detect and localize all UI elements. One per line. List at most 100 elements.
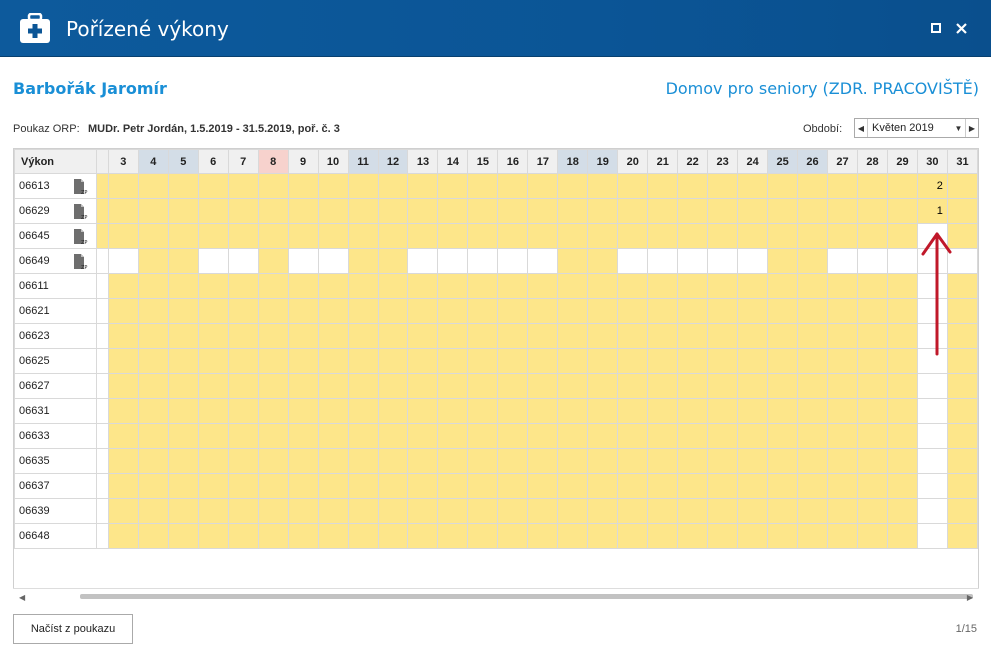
day-cell-19[interactable] bbox=[587, 173, 619, 199]
day-cell-24[interactable] bbox=[737, 223, 769, 249]
day-cell-25[interactable] bbox=[767, 448, 799, 474]
day-cell-14[interactable] bbox=[437, 498, 469, 524]
day-cell-20[interactable] bbox=[617, 223, 649, 249]
day-cell-8[interactable] bbox=[257, 523, 289, 549]
scrollbar-thumb[interactable] bbox=[80, 594, 973, 599]
day-cell-12[interactable] bbox=[377, 273, 409, 299]
service-code-cell[interactable]: 06635 bbox=[14, 448, 97, 474]
day-cell-21[interactable] bbox=[647, 498, 679, 524]
day-cell-4[interactable] bbox=[137, 398, 169, 424]
day-cell-6[interactable] bbox=[197, 173, 229, 199]
service-code-cell[interactable]: 06639 bbox=[14, 498, 97, 524]
day-cell-9[interactable] bbox=[287, 398, 319, 424]
day-cell-7[interactable] bbox=[227, 198, 259, 224]
day-cell-29[interactable] bbox=[886, 248, 918, 274]
day-cell-11[interactable] bbox=[347, 473, 379, 499]
day-cell-3[interactable] bbox=[107, 298, 139, 324]
column-header-day-20[interactable]: 20 bbox=[617, 149, 649, 174]
day-cell-28[interactable] bbox=[857, 173, 888, 199]
column-header-day-8[interactable]: 8 bbox=[257, 149, 289, 174]
day-cell-16[interactable] bbox=[497, 248, 529, 274]
day-cell-12[interactable] bbox=[377, 248, 409, 274]
day-cell-13[interactable] bbox=[407, 248, 439, 274]
day-cell-28[interactable] bbox=[857, 298, 888, 324]
column-header-day-7[interactable]: 7 bbox=[227, 149, 259, 174]
table-row[interactable]: 06637 bbox=[14, 473, 978, 499]
day-cell-8[interactable] bbox=[257, 373, 289, 399]
day-cell-14[interactable] bbox=[437, 248, 469, 274]
period-select[interactable]: ◀ Květen 2019 ▼ ▶ bbox=[854, 118, 979, 138]
day-cell-3[interactable] bbox=[107, 498, 139, 524]
day-cell-30[interactable] bbox=[916, 523, 948, 549]
day-cell-20[interactable] bbox=[617, 448, 649, 474]
table-row[interactable]: 06621 bbox=[14, 298, 978, 324]
day-cell-30[interactable] bbox=[916, 248, 948, 274]
day-cell-18[interactable] bbox=[557, 248, 589, 274]
column-header-day-9[interactable]: 9 bbox=[287, 149, 319, 174]
day-cell-18[interactable] bbox=[557, 373, 589, 399]
day-cell-6[interactable] bbox=[197, 248, 229, 274]
day-cell-3[interactable] bbox=[107, 323, 139, 349]
day-cell-10[interactable] bbox=[317, 398, 349, 424]
day-cell-8[interactable] bbox=[257, 198, 289, 224]
day-cell-25[interactable] bbox=[767, 198, 799, 224]
day-cell-25[interactable] bbox=[767, 298, 799, 324]
day-cell-3[interactable] bbox=[107, 223, 139, 249]
day-cell-17[interactable] bbox=[527, 348, 559, 374]
day-cell-13[interactable] bbox=[407, 348, 439, 374]
day-cell-11[interactable] bbox=[347, 448, 379, 474]
day-cell-19[interactable] bbox=[587, 273, 619, 299]
day-cell-24[interactable] bbox=[737, 273, 769, 299]
day-cell-7[interactable] bbox=[227, 223, 259, 249]
day-cell-9[interactable] bbox=[287, 198, 319, 224]
day-cell-31[interactable] bbox=[946, 373, 978, 399]
prev-period-button[interactable]: ◀ bbox=[855, 119, 868, 137]
day-cell-7[interactable] bbox=[227, 423, 259, 449]
day-cell-21[interactable] bbox=[647, 373, 679, 399]
day-cell-9[interactable] bbox=[287, 248, 319, 274]
table-row[interactable]: 06649 ZP bbox=[14, 248, 978, 274]
day-cell-9[interactable] bbox=[287, 323, 319, 349]
day-cell-5[interactable] bbox=[167, 173, 199, 199]
day-cell-26[interactable] bbox=[797, 198, 829, 224]
day-cell-21[interactable] bbox=[647, 473, 679, 499]
day-cell-31[interactable] bbox=[946, 423, 978, 449]
day-cell-21[interactable] bbox=[647, 423, 679, 449]
day-cell-6[interactable] bbox=[197, 298, 229, 324]
day-cell-26[interactable] bbox=[797, 348, 829, 374]
day-cell-30[interactable] bbox=[916, 373, 948, 399]
day-cell-6[interactable] bbox=[197, 273, 229, 299]
day-cell-5[interactable] bbox=[167, 348, 199, 374]
day-cell-15[interactable] bbox=[467, 348, 499, 374]
day-cell-3[interactable] bbox=[107, 348, 139, 374]
day-cell-25[interactable] bbox=[767, 323, 799, 349]
day-cell-26[interactable] bbox=[797, 473, 829, 499]
day-cell-12[interactable] bbox=[377, 523, 409, 549]
service-code-cell[interactable]: 06629 ZP bbox=[14, 198, 97, 224]
column-header-day-21[interactable]: 21 bbox=[647, 149, 679, 174]
table-row[interactable]: 06623 bbox=[14, 323, 978, 349]
day-cell-28[interactable] bbox=[857, 198, 888, 224]
day-cell-21[interactable] bbox=[647, 398, 679, 424]
day-cell-29[interactable] bbox=[886, 323, 918, 349]
day-cell-28[interactable] bbox=[857, 523, 888, 549]
day-cell-16[interactable] bbox=[497, 223, 529, 249]
day-cell-16[interactable] bbox=[497, 523, 529, 549]
day-cell-24[interactable] bbox=[737, 373, 769, 399]
day-cell-26[interactable] bbox=[797, 373, 829, 399]
day-cell-16[interactable] bbox=[497, 498, 529, 524]
day-cell-29[interactable] bbox=[886, 398, 918, 424]
day-cell-9[interactable] bbox=[287, 273, 319, 299]
day-cell-4[interactable] bbox=[137, 348, 169, 374]
day-cell-27[interactable] bbox=[827, 173, 858, 199]
day-cell-15[interactable] bbox=[467, 323, 499, 349]
day-cell-17[interactable] bbox=[527, 323, 559, 349]
table-row[interactable]: 06611 bbox=[14, 273, 978, 299]
day-cell-26[interactable] bbox=[797, 298, 829, 324]
day-cell-4[interactable] bbox=[137, 198, 169, 224]
day-cell-13[interactable] bbox=[407, 423, 439, 449]
column-header-day-17[interactable]: 17 bbox=[527, 149, 559, 174]
day-cell-14[interactable] bbox=[437, 348, 469, 374]
day-cell-12[interactable] bbox=[377, 223, 409, 249]
day-cell-12[interactable] bbox=[377, 423, 409, 449]
